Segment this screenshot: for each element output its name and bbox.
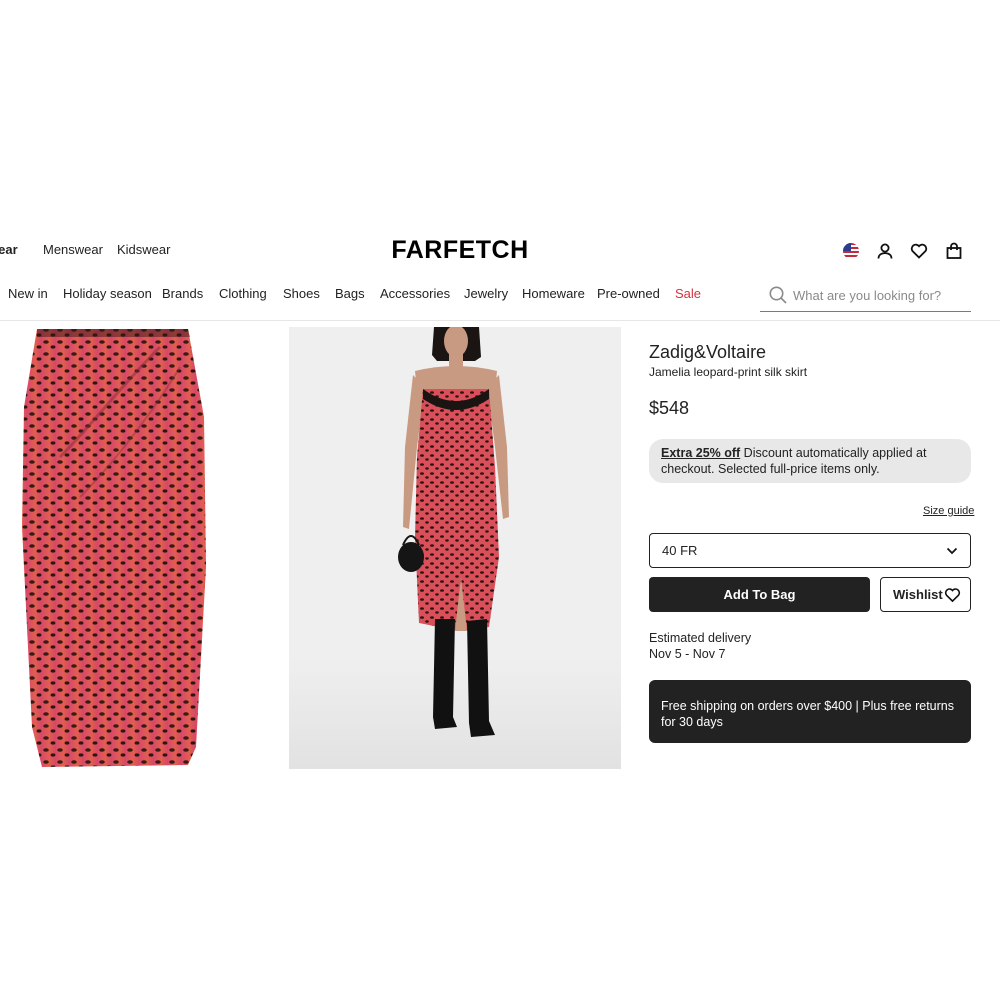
- estimated-delivery-label: Estimated delivery: [649, 631, 752, 645]
- nav-item-brands[interactable]: Brands: [162, 286, 203, 301]
- search-bar[interactable]: [760, 282, 971, 312]
- gender-tab-kidswear[interactable]: Kidswear: [117, 242, 170, 257]
- search-input[interactable]: [793, 284, 968, 306]
- product-name: Jamelia leopard-print silk skirt: [649, 365, 808, 379]
- chevron-down-icon: [946, 547, 958, 555]
- wishlist-button-label: Wishlist: [893, 587, 943, 602]
- heart-icon: [944, 588, 961, 603]
- nav-divider: [0, 320, 1000, 321]
- search-icon: [769, 286, 787, 304]
- account-icon[interactable]: [874, 240, 896, 262]
- nav-item-new-in[interactable]: New in: [8, 286, 48, 301]
- size-select[interactable]: 40 FR: [649, 533, 971, 568]
- nav-item-pre-owned[interactable]: Pre-owned: [597, 286, 660, 301]
- wishlist-button[interactable]: Wishlist: [880, 577, 971, 612]
- gender-tab-womenswear[interactable]: wear: [0, 242, 18, 257]
- product-price: $548: [649, 398, 690, 418]
- free-shipping-banner: Free shipping on orders over $400 | Plus…: [649, 680, 971, 743]
- selected-size: 40 FR: [662, 543, 698, 558]
- add-to-bag-button[interactable]: Add To Bag: [649, 577, 870, 612]
- nav-item-holiday-season[interactable]: Holiday season: [63, 286, 152, 301]
- product-image-skirt[interactable]: [0, 327, 270, 769]
- gender-tab-menswear[interactable]: Menswear: [43, 242, 103, 257]
- promo-banner: Extra 25% off Discount automatically app…: [649, 439, 971, 483]
- nav-item-jewelry[interactable]: Jewelry: [464, 286, 508, 301]
- nav-item-shoes[interactable]: Shoes: [283, 286, 320, 301]
- product-image-model[interactable]: [289, 327, 621, 769]
- product-brand[interactable]: Zadig&Voltaire: [649, 342, 766, 363]
- nav-item-bags[interactable]: Bags: [335, 286, 365, 301]
- us-flag-icon[interactable]: [840, 240, 862, 262]
- nav-item-homeware[interactable]: Homeware: [522, 286, 585, 301]
- nav-item-accessories[interactable]: Accessories: [380, 286, 450, 301]
- wishlist-heart-icon[interactable]: [908, 240, 930, 262]
- shopping-bag-icon[interactable]: [943, 240, 965, 262]
- estimated-delivery-dates: Nov 5 - Nov 7: [649, 647, 726, 661]
- size-guide-link[interactable]: Size guide: [923, 505, 974, 517]
- promo-highlight[interactable]: Extra 25% off: [661, 446, 740, 460]
- nav-item-clothing[interactable]: Clothing: [219, 286, 267, 301]
- nav-item-sale[interactable]: Sale: [675, 286, 701, 301]
- farfetch-logo[interactable]: FARFETCH: [380, 236, 540, 264]
